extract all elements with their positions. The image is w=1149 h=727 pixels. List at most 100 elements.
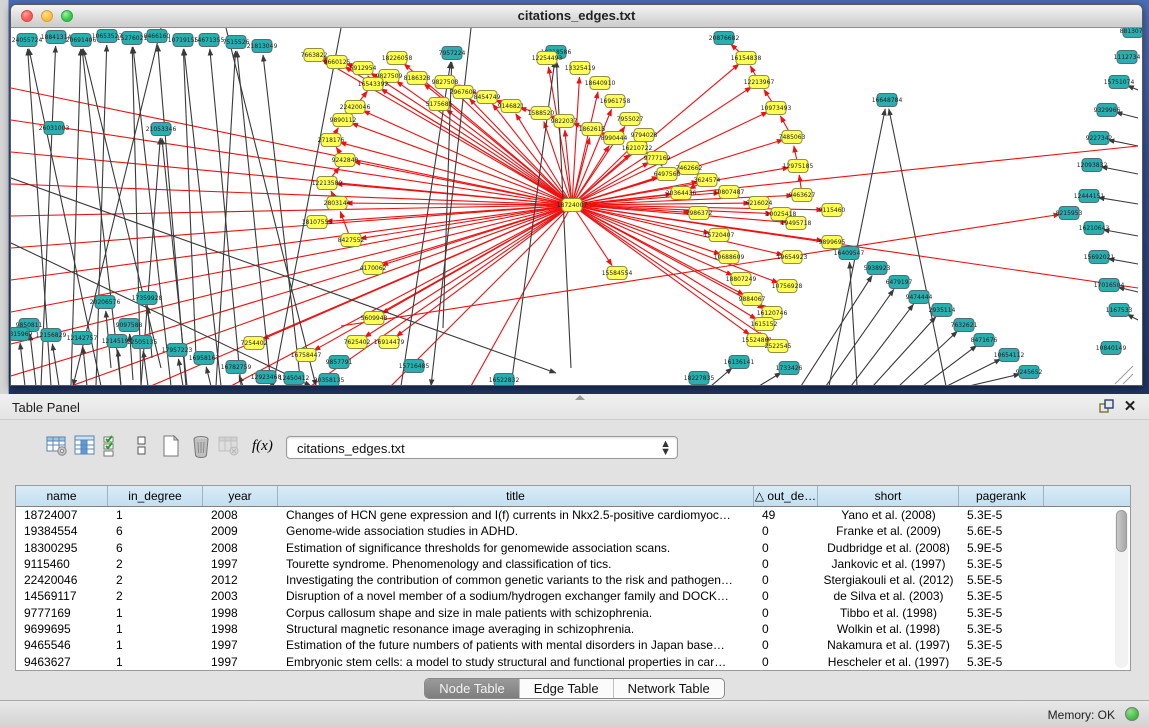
graph-node[interactable]: 5175685 [426, 98, 453, 111]
column-header-4[interactable]: △ out_de… [754, 486, 818, 506]
graph-node[interactable]: 4170062 [360, 262, 387, 275]
graph-node[interactable]: 7254402 [241, 337, 268, 350]
table-row[interactable]: 977716911998Corpus callosum shape and si… [16, 605, 1130, 621]
graph-node[interactable]: 12444151 [1074, 190, 1105, 203]
table-row[interactable]: 969969511998Structural magnetic resonanc… [16, 621, 1130, 637]
graph-node[interactable]: 3315969 [11, 328, 33, 341]
graph-node[interactable]: 16958167 [189, 352, 220, 365]
graph-node[interactable]: 1167533 [1106, 304, 1133, 317]
graph-node[interactable]: 15584554 [602, 267, 633, 280]
graph-node[interactable]: 8427552 [338, 234, 365, 247]
graph-node[interactable]: 24055724 [12, 34, 43, 47]
graph-node[interactable]: 16210643 [1079, 222, 1110, 235]
graph-node[interactable]: 10840149 [1096, 342, 1127, 355]
graph-node[interactable]: 6497568 [654, 168, 681, 181]
graph-node[interactable]: 9097588 [116, 319, 143, 332]
network-window[interactable]: citations_edges.txt 24055724188413142069… [10, 4, 1143, 386]
graph-node[interactable]: 8466160 [144, 30, 171, 43]
graph-node[interactable]: 9245652 [1016, 366, 1043, 379]
column-header-6[interactable]: pagerank [959, 486, 1044, 506]
graph-node[interactable]: 7986372 [686, 207, 713, 220]
column-header-2[interactable]: year [203, 486, 278, 506]
table-row[interactable]: 1456911722003Disruption of a novel membe… [16, 588, 1130, 604]
graph-node[interactable]: 18226058 [382, 52, 413, 65]
graph-node[interactable]: 2967608 [450, 86, 477, 99]
graph-node[interactable]: 16154838 [731, 52, 762, 65]
graph-node[interactable]: 1733426 [776, 362, 803, 375]
graph-node[interactable]: 5912954 [350, 62, 377, 75]
function-builder-icon[interactable]: f(x) [252, 432, 286, 462]
graph-node[interactable]: 8990444 [601, 132, 628, 145]
graph-node[interactable]: 17016504 [1094, 279, 1125, 292]
graph-node[interactable]: 9463627 [789, 189, 816, 202]
graph-node[interactable]: 21053346 [146, 123, 177, 136]
graph-node[interactable]: 8454749 [474, 91, 501, 104]
graph-node[interactable]: 8186328 [404, 72, 431, 85]
table-row[interactable]: 1938455462009Genome-wide association stu… [16, 523, 1130, 539]
graph-node[interactable]: 12093832 [1077, 159, 1108, 172]
column-header-1[interactable]: in_degree [108, 486, 203, 506]
graph-node[interactable]: 9146821 [498, 100, 525, 113]
graph-node[interactable]: 16782759 [221, 361, 252, 374]
graph-node[interactable]: 12142757 [67, 332, 98, 345]
graph-node[interactable]: 19654923 [777, 251, 808, 264]
panel-grip-icon[interactable] [575, 395, 585, 400]
scrollbar-thumb[interactable] [1116, 510, 1127, 552]
graph-node[interactable]: 2718176 [318, 134, 345, 147]
graph-node[interactable]: 1112734 [1114, 51, 1141, 64]
graph-node[interactable]: 13325419 [565, 62, 596, 75]
graph-node[interactable]: 2935114 [929, 304, 956, 317]
column-header-0[interactable]: name [16, 486, 108, 506]
graph-node[interactable]: 7955027 [617, 113, 644, 126]
graph-node[interactable]: 20358135 [314, 374, 345, 387]
graph-node[interactable]: 7485063 [779, 131, 806, 144]
graph-node[interactable]: 9227342 [1086, 132, 1113, 145]
graph-node[interactable]: 18227835 [684, 372, 715, 385]
table-settings-icon[interactable] [44, 432, 70, 462]
graph-node[interactable]: 5609948 [361, 312, 388, 325]
graph-node[interactable]: 16758447 [291, 349, 322, 362]
graph-node[interactable]: 9899695 [819, 236, 846, 249]
graph-node[interactable]: 15720407 [704, 229, 735, 242]
graph-node[interactable]: 18107553 [302, 216, 333, 229]
graph-node[interactable]: 1615152 [751, 318, 778, 331]
graph-node[interactable]: 5938923 [864, 262, 891, 275]
tab-network-table[interactable]: Network Table [614, 679, 724, 698]
graph-node[interactable]: 10654112 [994, 349, 1025, 362]
tab-edge-table[interactable]: Edge Table [520, 679, 614, 698]
resize-grip-icon[interactable] [1115, 366, 1133, 384]
window-titlebar[interactable]: citations_edges.txt [11, 5, 1142, 28]
graph-node[interactable]: 9777169 [644, 152, 671, 165]
graph-node[interactable]: 9890112 [330, 114, 357, 127]
graph-node[interactable]: 9115460 [819, 204, 846, 217]
graph-node[interactable]: 16136141 [724, 356, 755, 369]
row-height-icon[interactable] [128, 432, 154, 462]
network-graph[interactable]: 2405572418841314206914061065352715276021… [11, 28, 1142, 386]
table-row[interactable]: 911546021997Tourette syndrome. Phenomeno… [16, 556, 1130, 572]
graph-node[interactable]: 16961758 [600, 95, 631, 108]
graph-node[interactable]: 8813074 [1120, 28, 1142, 38]
graph-node[interactable]: 9884067 [739, 293, 766, 306]
graph-node[interactable]: 20876682 [709, 32, 740, 45]
graph-node[interactable]: 16648784 [872, 94, 903, 107]
graph-node[interactable]: 6216024 [746, 197, 773, 210]
graph-node[interactable]: 7625402 [344, 336, 371, 349]
graph-node[interactable]: 18640910 [585, 77, 616, 90]
graph-node[interactable]: 7515526 [223, 36, 250, 49]
table-row[interactable]: 1872400712008Changes of HCN gene express… [16, 507, 1130, 523]
column-header-3[interactable]: title [278, 486, 754, 506]
graph-node[interactable]: 3624574 [694, 174, 721, 187]
graph-node[interactable]: 21813049 [247, 40, 278, 53]
new-column-icon[interactable] [158, 432, 184, 462]
table-row[interactable]: 946554611997Estimation of the future num… [16, 637, 1130, 653]
graph-node[interactable]: 8471676 [971, 334, 998, 347]
graph-node[interactable]: 1862615 [579, 123, 606, 136]
graph-node[interactable]: 16914479 [374, 336, 405, 349]
graph-node[interactable]: 12213589 [312, 177, 343, 190]
graph-node[interactable]: 9474444 [906, 291, 933, 304]
graph-node[interactable]: 9242848 [332, 154, 359, 167]
column-header-5[interactable]: short [818, 486, 959, 506]
graph-node[interactable]: 16522832 [489, 374, 520, 387]
select-rows-icon[interactable] [100, 432, 126, 462]
close-panel-icon[interactable]: ✕ [1121, 398, 1139, 416]
